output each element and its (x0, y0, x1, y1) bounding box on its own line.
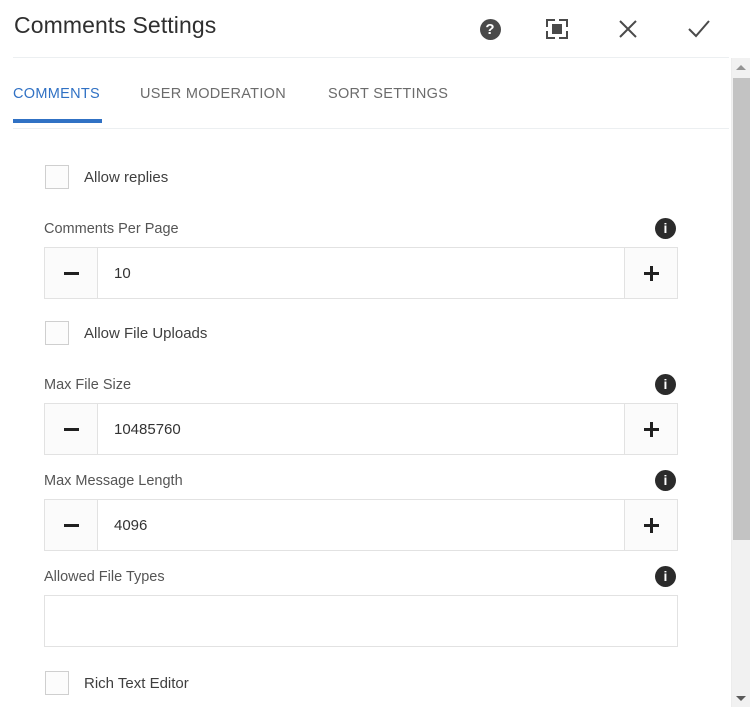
expand-icon (546, 19, 568, 39)
allow-replies-row[interactable]: Allow replies (45, 165, 168, 189)
accept-button[interactable] (682, 12, 716, 46)
max-message-length-label: Max Message Length (44, 473, 183, 489)
checkmark-icon (687, 18, 711, 40)
max-file-size-label: Max File Size (44, 377, 131, 393)
allow-replies-checkbox[interactable] (45, 165, 69, 189)
comments-per-page-decrement-button[interactable] (45, 248, 98, 298)
max-message-length-info-icon[interactable]: i (655, 470, 676, 491)
max-file-size-input[interactable] (98, 404, 624, 454)
tab-comments[interactable]: COMMENTS (13, 86, 100, 102)
scroll-down-button[interactable] (732, 689, 750, 707)
allow-replies-label: Allow replies (84, 169, 168, 186)
help-icon: ? (480, 19, 501, 40)
max-message-length-input[interactable] (98, 500, 624, 550)
page-title: Comments Settings (14, 12, 216, 39)
settings-form: Allow replies Comments Per Page i Allow … (0, 129, 731, 707)
max-file-size-increment-button[interactable] (624, 404, 677, 454)
tab-bar: COMMENTS USER MODERATION SORT SETTINGS (0, 58, 731, 128)
comments-per-page-stepper (44, 247, 678, 299)
chevron-down-icon (736, 696, 746, 701)
max-message-length-stepper (44, 499, 678, 551)
chevron-up-icon (736, 65, 746, 70)
plus-icon (644, 422, 659, 437)
allowed-file-types-label: Allowed File Types (44, 569, 165, 585)
minus-icon (64, 524, 79, 527)
allow-file-uploads-label: Allow File Uploads (84, 325, 207, 342)
minus-icon (64, 428, 79, 431)
allowed-file-types-input[interactable] (44, 595, 678, 647)
plus-icon (644, 266, 659, 281)
rich-text-editor-checkbox[interactable] (45, 671, 69, 695)
allow-file-uploads-checkbox[interactable] (45, 321, 69, 345)
vertical-scrollbar[interactable] (731, 58, 750, 707)
active-tab-indicator (13, 119, 102, 123)
expand-button[interactable] (540, 12, 574, 46)
comments-per-page-label: Comments Per Page (44, 221, 179, 237)
max-file-size-decrement-button[interactable] (45, 404, 98, 454)
rich-text-editor-row[interactable]: Rich Text Editor (45, 671, 189, 695)
max-file-size-info-icon[interactable]: i (655, 374, 676, 395)
minus-icon (64, 272, 79, 275)
max-message-length-decrement-button[interactable] (45, 500, 98, 550)
tab-sort-settings[interactable]: SORT SETTINGS (328, 86, 448, 102)
allowed-file-types-info-icon[interactable]: i (655, 566, 676, 587)
comments-per-page-input[interactable] (98, 248, 624, 298)
tab-user-moderation[interactable]: USER MODERATION (140, 86, 286, 102)
close-button[interactable] (611, 12, 645, 46)
max-message-length-increment-button[interactable] (624, 500, 677, 550)
comments-per-page-increment-button[interactable] (624, 248, 677, 298)
help-button[interactable]: ? (473, 12, 507, 46)
close-icon (617, 18, 639, 40)
comments-per-page-info-icon[interactable]: i (655, 218, 676, 239)
scrollbar-thumb[interactable] (733, 78, 750, 540)
rich-text-editor-label: Rich Text Editor (84, 675, 189, 692)
allow-file-uploads-row[interactable]: Allow File Uploads (45, 321, 207, 345)
max-file-size-stepper (44, 403, 678, 455)
plus-icon (644, 518, 659, 533)
dialog-titlebar: Comments Settings ? (0, 0, 750, 57)
scroll-up-button[interactable] (732, 58, 750, 76)
